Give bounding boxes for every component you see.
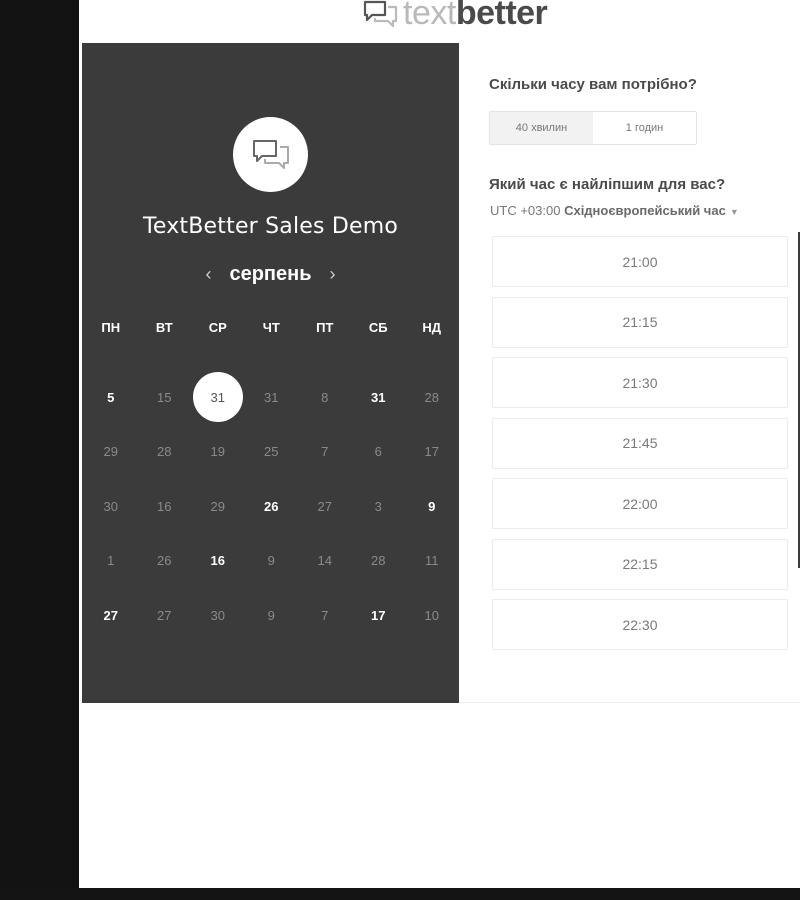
event-avatar [233,117,308,192]
caret-down-icon: ▼ [729,207,739,217]
time-slot-button[interactable]: 21:30 [492,357,788,408]
divider [459,702,800,703]
calendar-day: 27 [157,607,172,623]
calendar-day-selected[interactable]: 31 [191,370,245,425]
calendar-day: 16 [157,498,172,514]
calendar-day: 29 [210,498,225,514]
weekday-label: ПТ [316,320,334,335]
calendar-day[interactable]: 9 [405,479,459,534]
time-slot-button[interactable]: 22:30 [492,599,788,650]
time-slot-button[interactable]: 21:45 [492,417,788,469]
calendar-week-row: 30 16 29 26 27 3 9 [84,479,459,534]
duration-option-40min[interactable]: 40 хвилин [490,112,593,144]
calendar-day: 7 [321,607,329,623]
next-month-icon[interactable]: › [326,264,340,285]
calendar-day: 9 [267,553,275,569]
calendar-day: 17 [424,444,439,460]
calendar-day: 28 [424,389,439,405]
time-slot-list: 21:00 21:15 21:30 21:45 22:00 22:15 22:30 [492,236,788,660]
calendar-day: 26 [157,553,172,569]
calendar-day[interactable]: 27 [84,588,138,643]
calendar-day: 6 [374,444,382,460]
calendar-day[interactable]: 26 [245,479,299,534]
time-question: Який час є найліпшим для вас? [489,176,726,193]
calendar-day: 15 [157,389,172,405]
time-slot-button[interactable]: 21:00 [492,236,788,287]
calendar-week-row: 27 27 30 9 7 17 10 [84,588,459,643]
calendar-day[interactable]: 16 [191,534,245,589]
weekday-label: НД [422,320,442,335]
calendar-week-row: 5 15 31 31 8 31 28 [84,370,459,425]
duration-selector: 40 хвилин 1 годин [489,111,697,145]
time-slot-button[interactable]: 22:00 [492,478,788,529]
timezone-selector[interactable]: UTC +03:00 Східноєвропейський час ▼ [490,203,739,218]
time-slot-button[interactable]: 22:15 [492,538,788,590]
event-title: TextBetter Sales Demo [142,214,399,239]
time-slot-button[interactable]: 21:15 [492,296,788,348]
calendar-day: 27 [317,498,332,514]
calendar-day: 3 [374,498,382,514]
weekday-label: СБ [368,320,388,335]
prev-month-icon[interactable]: ‹ [201,264,215,285]
calendar-panel: TextBetter Sales Demo ‹ серпень › ПН ВТ … [82,43,459,703]
weekday-header: ПН ВТ СР ЧТ ПТ СБ НД [84,320,459,335]
booking-page: textbetter TextBetter Sales Demo ‹ серпе… [79,0,800,888]
month-navigation: ‹ серпень › [82,260,459,288]
calendar-week-row: 1 26 16 9 14 28 11 [84,534,459,589]
weekday-label: ЧТ [262,320,280,335]
calendar-day[interactable]: 17 [352,588,406,643]
chat-bubbles-icon [363,0,398,28]
calendar-day: 10 [424,607,439,623]
calendar-day: 31 [264,389,279,405]
calendar-day: 30 [103,498,118,514]
calendar-day: 19 [210,444,225,460]
calendar-week-row: 29 28 19 25 7 6 17 [84,425,459,480]
timezone-name: Східноєвропейський час [564,203,726,218]
chat-bubbles-icon [252,139,289,169]
textbetter-logo: textbetter [363,0,548,30]
calendar-day: 8 [321,389,329,405]
calendar-day[interactable]: 31 [352,370,406,425]
calendar-day: 29 [103,444,118,460]
weekday-label: СР [208,320,227,335]
month-label: серпень [229,262,312,285]
duration-question: Скільки часу вам потрібно? [489,76,697,93]
calendar-day: 7 [321,444,329,460]
calendar-day: 1 [107,553,115,569]
calendar-day: 9 [267,607,275,623]
duration-option-1hour[interactable]: 1 годин [593,112,696,144]
calendar-day[interactable]: 5 [84,370,138,425]
calendar-day: 25 [264,444,279,460]
calendar-day: 28 [371,553,386,569]
calendar-day: 11 [425,553,439,569]
calendar-grid: 5 15 31 31 8 31 28 29 28 19 25 7 6 17 30 16 29 26 27 3 9 1 26 1… [84,370,459,643]
weekday-label: ВТ [155,320,173,335]
timezone-offset: UTC +03:00 [490,203,561,218]
weekday-label: ПН [101,320,121,335]
calendar-day: 14 [317,553,332,569]
taskbar-strip [0,888,800,900]
calendar-day: 28 [157,444,172,460]
calendar-day: 30 [210,607,225,623]
